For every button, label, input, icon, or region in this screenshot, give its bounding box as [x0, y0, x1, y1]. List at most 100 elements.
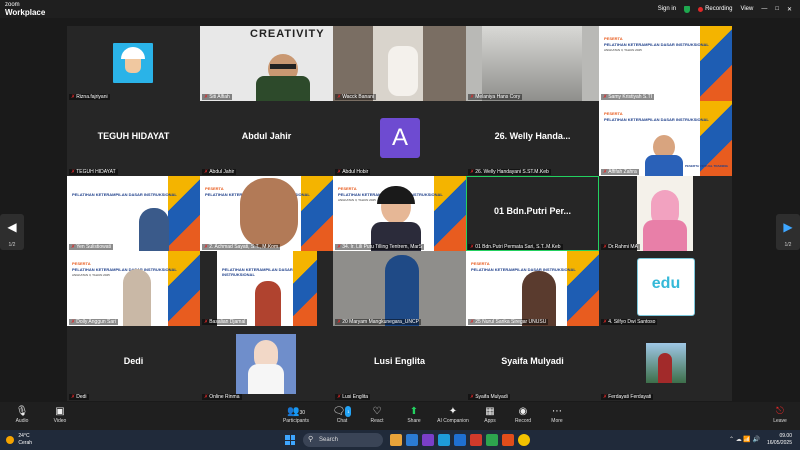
taskbar-search[interactable]: ⚲ Search — [303, 433, 383, 447]
taskbar-app-icon[interactable] — [406, 434, 418, 446]
participant-tile[interactable]: TEGUH HIDAYAT ✗TEGUH HIDAYAT — [67, 101, 200, 176]
audio-button[interactable]: 🎙 Audio — [2, 406, 42, 424]
weather-desc: Cerah — [18, 440, 33, 446]
ai-companion-button[interactable]: ✦ AI Companion — [433, 406, 473, 424]
close-icon[interactable]: ✕ — [787, 6, 792, 13]
prev-page-button[interactable]: ◀ 1/2 — [0, 214, 24, 250]
participant-display-name: Lusi Englita — [373, 356, 425, 366]
participant-tile[interactable]: ✗Dr.Rahmi MA — [599, 176, 732, 251]
recording-indicator[interactable]: Recording — [698, 6, 732, 12]
participant-tile[interactable]: PESERTA PELATIHAN KETERAMPILAN DASAR INS… — [466, 251, 599, 326]
clock[interactable]: 09.00 16/05/2025 — [767, 433, 792, 447]
participant-tile[interactable]: A ✗Abdul Hobir — [333, 101, 466, 176]
participants-button[interactable]: 👥30 Participants — [276, 406, 316, 424]
participant-name: ✗Yen Sulistiowati — [69, 244, 114, 250]
mic-muted-icon: ✗ — [470, 244, 475, 250]
participants-icon: 👥30 — [286, 406, 305, 417]
brand-bottom: Workplace — [5, 8, 46, 17]
security-shield-icon[interactable] — [684, 5, 691, 13]
participant-name: ✗Affifah Zahra — [601, 169, 639, 175]
participant-name: ✗20 Maryam Mangkunegara_UNCP — [335, 319, 421, 325]
minimize-icon[interactable]: — — [761, 6, 767, 12]
mic-muted-icon: ✗ — [71, 94, 76, 100]
taskbar-app-icon[interactable] — [502, 434, 514, 446]
taskbar-app-icon[interactable] — [470, 434, 482, 446]
participant-name: ✗Abdul Hobir — [335, 169, 371, 175]
participant-display-name: Abdul Jahir — [241, 131, 292, 141]
mic-muted-icon: ✗ — [470, 319, 475, 325]
participant-tile[interactable]: Abdul Jahir ✗Abdul Jahir — [200, 101, 333, 176]
mic-muted-icon: ✗ — [603, 169, 608, 175]
participant-tile[interactable]: ✗Wacck Banani — [333, 26, 466, 101]
participant-tile[interactable]: PESERTA PELATIHAN KETERAMPILAN DASAR INS… — [200, 176, 333, 251]
participant-tile[interactable]: PESERTA PELATIHAN KETERAMPILAN DASAR INS… — [599, 101, 732, 176]
participant-tile[interactable]: PESERTA PELATIHAN KETERAMPILAN DASAR INS… — [67, 251, 200, 326]
share-button[interactable]: ⬆ Share — [394, 406, 434, 424]
profile-photo — [236, 334, 296, 394]
heart-icon: ♡ — [372, 406, 382, 417]
more-button[interactable]: ⋯ More — [537, 406, 577, 424]
participant-tile[interactable]: ✗20 Maryam Mangkunegara_UNCP — [333, 251, 466, 326]
participant-display-name: Syaifa Mulyadi — [501, 356, 564, 366]
edu-logo-text: edu — [651, 275, 681, 292]
taskbar-app-icon[interactable] — [422, 434, 434, 446]
maximize-icon[interactable]: □ — [775, 6, 779, 12]
mic-muted-icon: ✗ — [71, 169, 76, 175]
zoom-taskbar-icon[interactable] — [454, 434, 466, 446]
participant-tile[interactable]: Dedi ✗Dedi — [67, 326, 200, 401]
participant-name: ✗26. Welly Handayani S.ST.M.Keb — [468, 169, 551, 175]
page-indicator-left: 1/2 — [8, 242, 16, 248]
mic-muted-icon: ✗ — [603, 394, 608, 400]
system-tray-icons[interactable]: ⌃ ☁ 📶 🔊 — [729, 436, 760, 443]
file-explorer-icon[interactable] — [390, 434, 402, 446]
next-page-button[interactable]: ▶ 1/2 — [776, 214, 800, 250]
page-indicator-right: 1/2 — [784, 242, 792, 248]
mic-muted-icon: ✗ — [204, 94, 209, 100]
taskbar-app-icon[interactable] — [486, 434, 498, 446]
chevron-right-icon: ▶ — [783, 220, 793, 234]
participant-tile[interactable]: edu ✗4. Silfyo Dwi Santoso — [599, 251, 732, 326]
sign-in-link[interactable]: Sign in — [658, 6, 676, 12]
mic-muted-icon: ✗ — [71, 394, 76, 400]
participant-tile[interactable]: ✗Ferdayati Ferdayati — [599, 326, 732, 401]
chat-button[interactable]: 🗨 1 Chat — [322, 406, 362, 424]
participant-tile[interactable]: PELATIHAN KETERAMPILAN DASAR INSTRUKSION… — [200, 251, 333, 326]
participant-tile[interactable]: Lusi Englita ✗Lusi Englita — [333, 326, 466, 401]
participant-tile[interactable]: PESERTA PELATIHAN KETERAMPILAN DASAR INS… — [599, 26, 732, 101]
participant-name: ✗Abdul Jahir — [202, 169, 237, 175]
participant-name: ✗Online Rinma — [202, 394, 242, 400]
mic-muted-icon: ✗ — [204, 394, 209, 400]
weather-widget[interactable]: 24°C Cerah — [6, 433, 32, 447]
mic-muted-icon: ✗ — [603, 319, 608, 325]
windows-start-icon[interactable] — [285, 435, 295, 445]
participant-tile[interactable]: Syaifa Mulyadi ✗Syaifa Mulyadi — [466, 326, 599, 401]
participant-tile[interactable]: ✗Online Rinma — [200, 326, 333, 401]
mic-muted-icon: ✗ — [603, 94, 608, 100]
participant-name: ✗Dedi — [69, 394, 89, 400]
participant-name: ✗4. Silfyo Dwi Santoso — [601, 319, 658, 325]
leave-button[interactable]: ⎋ Leave — [760, 406, 800, 424]
chrome-icon[interactable] — [518, 434, 530, 446]
mic-muted-icon: ✗ — [337, 169, 342, 175]
participant-tile[interactable]: PELATIHAN KETERAMPILAN DASAR INSTRUKSION… — [67, 176, 200, 251]
react-button[interactable]: ♡ React — [357, 406, 397, 424]
participant-tile[interactable]: ✗Melaniya Hans Cory — [466, 26, 599, 101]
mic-muted-icon: ✗ — [337, 94, 342, 100]
participant-tile-active-speaker[interactable]: 01 Bdn.Putri Per... ✗01 Bdn.Putri Permat… — [466, 176, 599, 251]
mic-muted-icon: ✗ — [603, 244, 608, 250]
participant-tile[interactable]: PESERTA PELATIHAN KETERAMPILAN DASAR INS… — [333, 176, 466, 251]
video-button[interactable]: ▣ Video — [40, 406, 80, 424]
participant-tile[interactable]: CREATIVITY ✗Siti Alfiah — [200, 26, 333, 101]
mic-muted-icon: ✗ — [470, 94, 475, 100]
clock-time: 09.00 — [779, 433, 792, 439]
participant-tile[interactable]: 26. Welly Handa... ✗26. Welly Handayani … — [466, 101, 599, 176]
view-button[interactable]: View — [740, 6, 753, 12]
mic-muted-icon: ✗ — [337, 244, 342, 250]
participant-tile[interactable]: ✗Rizna.fajriyani — [67, 26, 200, 101]
participant-name: ✗Siti Alfiah — [202, 94, 232, 100]
participant-name: ✗Melaniya Hans Cory — [468, 94, 523, 100]
profile-photo — [646, 343, 686, 383]
edu-logo: edu — [637, 258, 695, 316]
participant-display-name: Dedi — [123, 356, 144, 366]
taskbar-app-icon[interactable] — [438, 434, 450, 446]
